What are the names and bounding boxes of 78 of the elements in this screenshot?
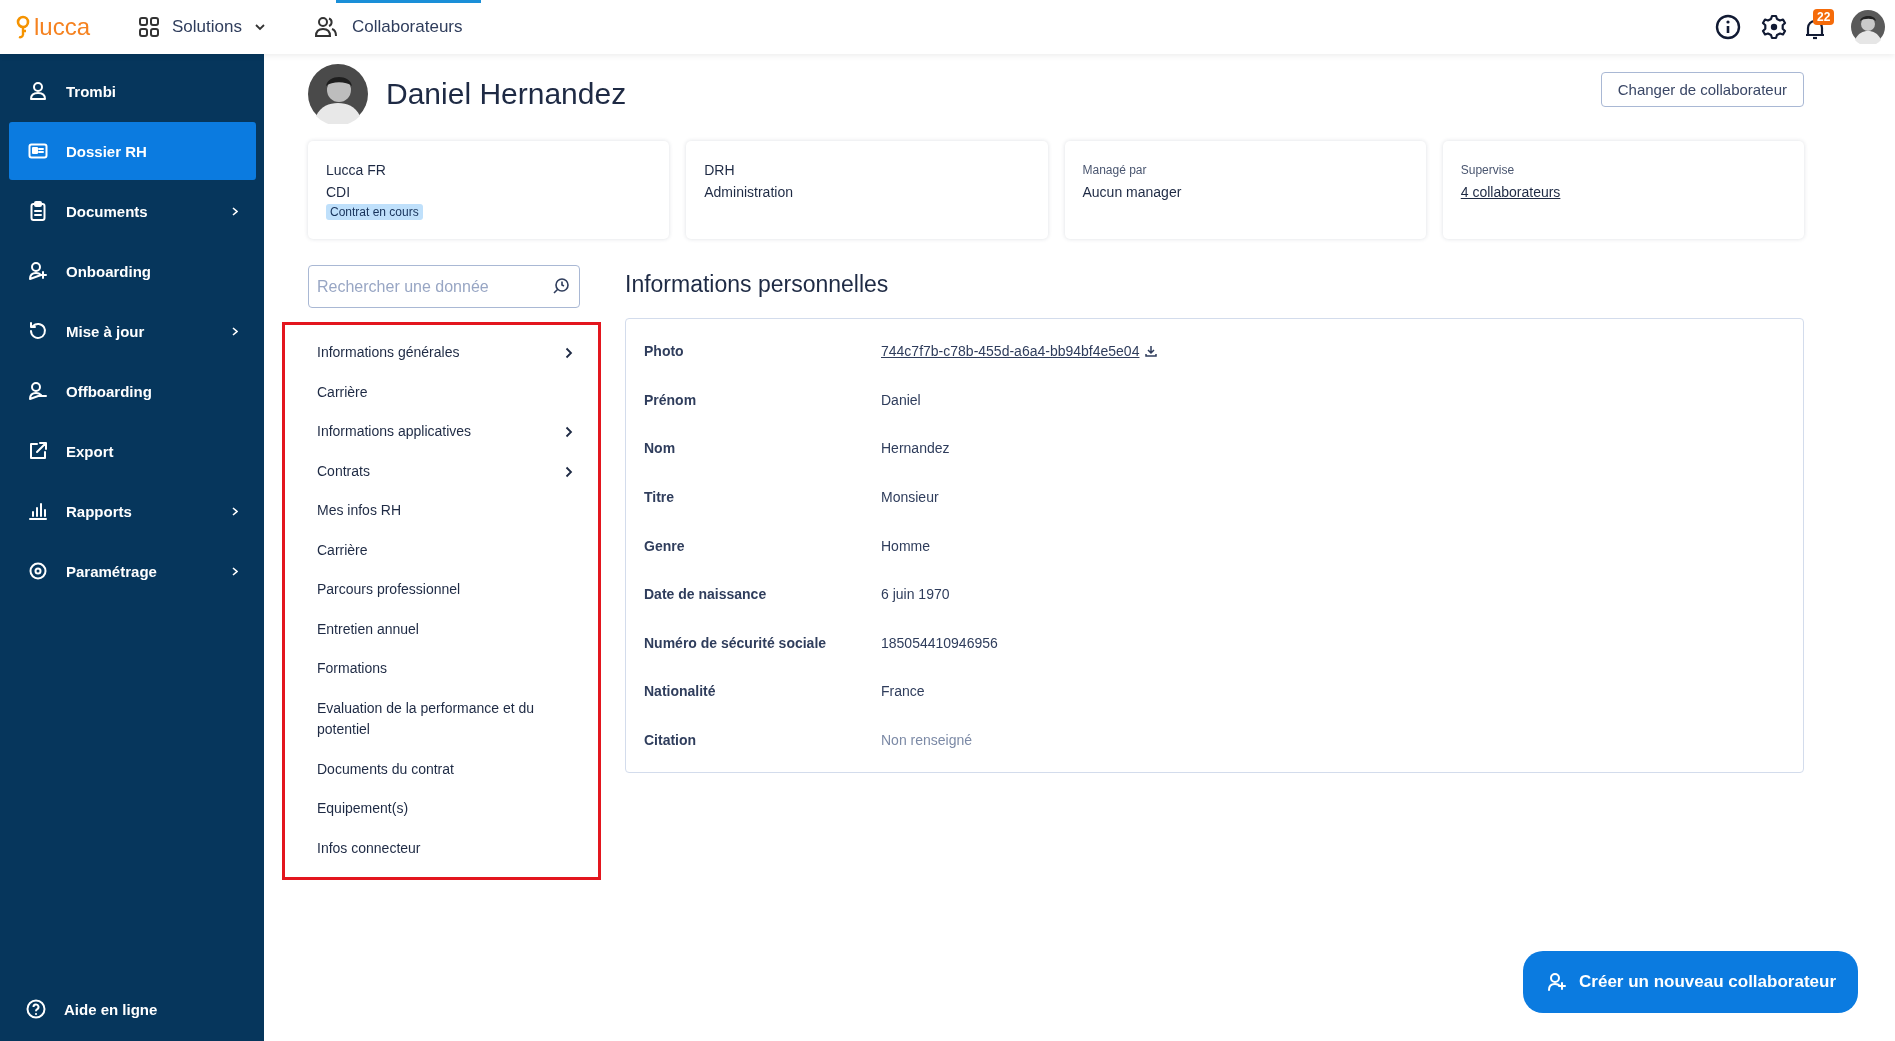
solutions-menu[interactable]: Solutions: [120, 0, 284, 54]
card-text: Lucca FR: [326, 161, 386, 180]
section-title: Informations personnelles: [625, 271, 890, 298]
people-icon: [313, 16, 338, 38]
sidebar-item[interactable]: Mise à jour: [9, 302, 256, 360]
sidebar-item[interactable]: Onboarding: [9, 242, 256, 300]
field-value: 6 juin 1970: [881, 586, 950, 603]
section-link[interactable]: Documents du contrat: [282, 749, 601, 789]
sidebar-item[interactable]: Documents: [9, 182, 256, 240]
employee-name: Daniel Hernandez: [386, 77, 627, 111]
person-add-icon: [28, 261, 48, 281]
sidebar-item[interactable]: Offboarding: [9, 362, 256, 420]
section-link[interactable]: Contrats: [282, 451, 601, 491]
field-value: Non renseigné: [881, 732, 973, 749]
section-link[interactable]: Informations générales: [282, 333, 601, 373]
field-label: Date de naissance: [644, 586, 768, 603]
field-value: Monsieur: [881, 489, 939, 506]
section-link[interactable]: Infos connecteur: [282, 828, 601, 868]
card-caption: Managé par: [1082, 162, 1147, 179]
status-tag: Contrat en cours: [326, 204, 423, 220]
sidebar-item[interactable]: Dossier RH: [9, 122, 256, 180]
card-caption: Supervise: [1460, 162, 1515, 179]
person-add-icon: [1547, 972, 1568, 992]
avatar[interactable]: [1851, 10, 1885, 44]
card-text: DRH: [704, 161, 735, 180]
section-link[interactable]: Evaluation de la performance et du potentiel: [282, 688, 601, 750]
sidebar-item[interactable]: Rapports: [9, 482, 256, 540]
notification-badge: 22: [1813, 9, 1835, 25]
field-value: 185054410946956: [881, 634, 998, 651]
field-label: Photo: [644, 343, 685, 360]
section-link[interactable]: Carrière: [282, 530, 601, 570]
field-label: Nom: [644, 440, 677, 457]
avatar: [308, 64, 368, 124]
sidebar-item[interactable]: Trombi: [9, 62, 256, 120]
field-label: Titre: [644, 489, 676, 506]
refresh-icon: [28, 321, 48, 341]
field-value: Homme: [881, 537, 930, 554]
help-link[interactable]: Aide en ligne: [9, 983, 256, 1035]
person-remove-icon: [28, 381, 48, 401]
search-field[interactable]: Rechercher une donnée: [308, 265, 580, 308]
id-card-icon: [28, 141, 48, 161]
field-label: Nationalité: [644, 683, 717, 700]
card-text: Aucun manager: [1082, 183, 1182, 202]
section-link[interactable]: Carrière: [282, 372, 601, 412]
download-icon[interactable]: [1145, 345, 1158, 358]
create-employee-button[interactable]: Créer un nouveau collaborateur: [1523, 951, 1858, 1013]
field-label: Genre: [644, 537, 686, 554]
settings-icon: [28, 561, 48, 581]
person-icon: [28, 81, 48, 101]
help-icon: [26, 999, 46, 1019]
sidebar-item[interactable]: Export: [9, 422, 256, 480]
field-value: France: [881, 683, 925, 700]
external-link-icon: [28, 441, 48, 461]
sidebar-item[interactable]: Paramétrage: [9, 542, 256, 600]
section-link[interactable]: Entretien annuel: [282, 609, 601, 649]
change-employee-button[interactable]: Changer de collaborateur: [1600, 71, 1804, 107]
card-text: CDI: [326, 183, 351, 202]
section-link[interactable]: Equipement(s): [282, 789, 601, 829]
field-label: Numéro de sécurité sociale: [644, 634, 828, 651]
section-link[interactable]: Formations: [282, 649, 601, 689]
grid-icon: [138, 16, 161, 38]
card-link[interactable]: 4 collaborateurs: [1460, 182, 1561, 202]
search-icon: [552, 277, 570, 295]
field-value: Daniel: [881, 391, 921, 408]
section-link[interactable]: Mes infos RH: [282, 491, 601, 531]
bar-chart-icon: [28, 501, 48, 521]
clipboard-icon: [28, 201, 48, 221]
info-icon[interactable]: [1715, 14, 1741, 40]
card-text: Administration: [704, 183, 793, 202]
caret-icon: [253, 21, 266, 33]
field-label: Citation: [644, 732, 698, 749]
field-label: Prénom: [644, 391, 698, 408]
file-link[interactable]: 744c7f7b-c78b-455d-a6a4-bb94bf4e5e04: [881, 343, 1140, 360]
app-tab[interactable]: Collaborateurs: [295, 0, 481, 54]
settings-icon[interactable]: [1761, 14, 1787, 40]
section-link[interactable]: Parcours professionnel: [282, 570, 601, 610]
section-link[interactable]: Informations applicatives: [282, 412, 601, 452]
field-value: Hernandez: [881, 440, 950, 457]
